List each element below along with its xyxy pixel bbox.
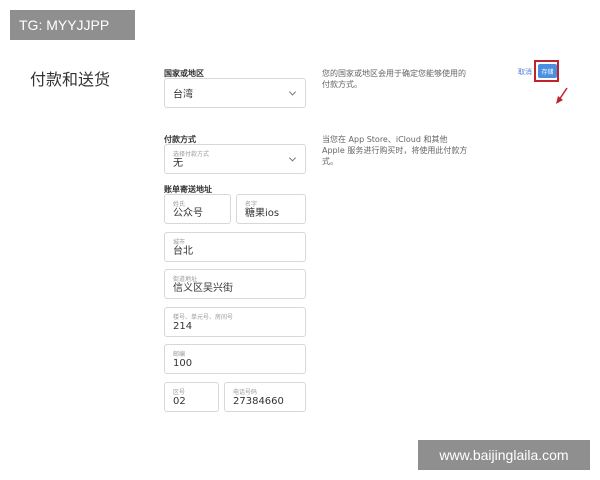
- payment-description: 当您在 App Store、iCloud 和其他 Apple 服务进行购买时，将…: [322, 135, 468, 166]
- street-field[interactable]: 街道地址 信义区吴兴街: [164, 269, 306, 299]
- payment-select-value: 无: [173, 158, 183, 169]
- area-code-field[interactable]: 区号 02: [164, 382, 219, 412]
- region-select[interactable]: 台湾: [164, 78, 306, 108]
- city-value: 台北: [173, 246, 193, 257]
- region-value: 台湾: [173, 89, 193, 101]
- first-name-value: 糖果ios: [245, 208, 280, 219]
- highlight-box: [534, 60, 559, 82]
- payment-select[interactable]: 选择付款方式 无: [164, 144, 306, 174]
- phone-label: 电话号码: [233, 389, 258, 396]
- postal-field[interactable]: 邮编 100: [164, 344, 306, 374]
- area-code-label: 区号: [173, 389, 186, 396]
- last-name-field[interactable]: 姓氏 公众号: [164, 194, 231, 224]
- city-field[interactable]: 城市 台北: [164, 232, 306, 262]
- area-code-value: 02: [173, 396, 186, 407]
- watermark-top: TG: MYYJJPP: [10, 10, 135, 40]
- unit-value: 214: [173, 321, 193, 332]
- region-description: 您的国家或地区会用于确定您能够使用的付款方式。: [322, 69, 466, 89]
- unit-label: 楼号、单元号、房间号: [173, 314, 234, 321]
- arrow-icon: [556, 87, 568, 104]
- chevron-down-icon: [288, 154, 297, 162]
- phone-field[interactable]: 电话号码 27384660: [224, 382, 306, 412]
- postal-value: 100: [173, 358, 193, 369]
- watermark-bottom: www.baijinglaila.com: [418, 440, 590, 470]
- last-name-value: 公众号: [173, 208, 203, 219]
- phone-value: 27384660: [233, 396, 284, 407]
- chevron-down-icon: [288, 88, 297, 96]
- unit-field[interactable]: 楼号、单元号、房间号 214: [164, 307, 306, 337]
- section-title: 付款和送货: [30, 70, 111, 89]
- first-name-field[interactable]: 名字 糖果ios: [236, 194, 306, 224]
- street-value: 信义区吴兴街: [173, 283, 233, 294]
- postal-label: 邮编: [173, 351, 186, 358]
- cancel-button[interactable]: 取消: [518, 67, 532, 77]
